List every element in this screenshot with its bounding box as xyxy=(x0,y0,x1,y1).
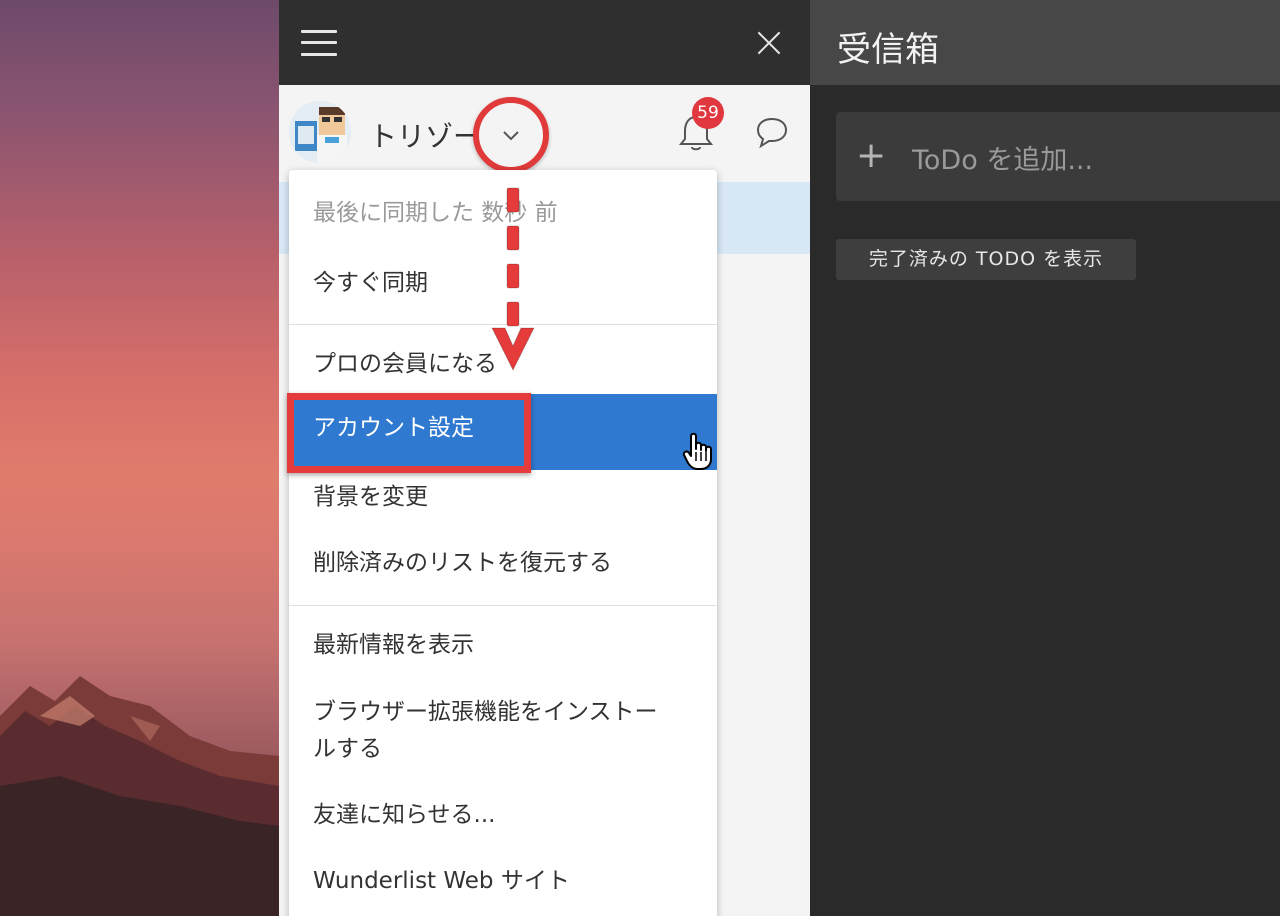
page-title: 受信箱 xyxy=(837,30,939,70)
menu-icon[interactable] xyxy=(299,26,339,60)
menu-item-restore-lists[interactable]: 削除済みのリストを復元する xyxy=(289,546,717,580)
sidebar-toolbar xyxy=(279,0,810,85)
account-dropdown-button[interactable] xyxy=(473,97,549,173)
chevron-down-icon xyxy=(503,131,519,141)
close-icon[interactable] xyxy=(753,26,785,60)
show-completed-button[interactable]: 完了済みの TODO を表示 xyxy=(836,239,1136,280)
annotation-arrow-icon xyxy=(491,187,535,372)
username[interactable]: トリゾー xyxy=(369,115,481,155)
main-pane: 受信箱 + ToDo を追加... 完了済みの TODO を表示 xyxy=(810,0,1280,916)
menu-item-change-background[interactable]: 背景を変更 xyxy=(289,480,717,514)
menu-divider xyxy=(289,605,717,606)
user-row: トリゾー 59 xyxy=(279,85,810,182)
add-todo-input[interactable]: + ToDo を追加... xyxy=(836,112,1280,201)
chat-icon[interactable] xyxy=(755,115,789,149)
avatar[interactable] xyxy=(289,101,351,163)
menu-item-install-extension-line2: ルする xyxy=(313,736,382,762)
desktop-wallpaper xyxy=(0,0,279,916)
menu-item-install-extension[interactable]: ブラウザー拡張機能をインストー ルする xyxy=(289,694,717,768)
main-header: 受信箱 xyxy=(810,0,1280,85)
menu-item-website[interactable]: Wunderlist Web サイト xyxy=(289,864,717,898)
hand-cursor-icon xyxy=(682,432,712,470)
annotation-highlight-box xyxy=(287,393,531,473)
mountain-image xyxy=(0,676,279,916)
notification-badge: 59 xyxy=(692,97,724,129)
menu-item-tell-friends[interactable]: 友達に知らせる... xyxy=(289,798,717,832)
menu-item-whats-new[interactable]: 最新情報を表示 xyxy=(289,628,717,662)
plus-icon: + xyxy=(856,135,887,176)
menu-item-install-extension-line1: ブラウザー拡張機能をインストー xyxy=(313,699,658,725)
add-todo-placeholder: ToDo を追加... xyxy=(912,145,1094,176)
